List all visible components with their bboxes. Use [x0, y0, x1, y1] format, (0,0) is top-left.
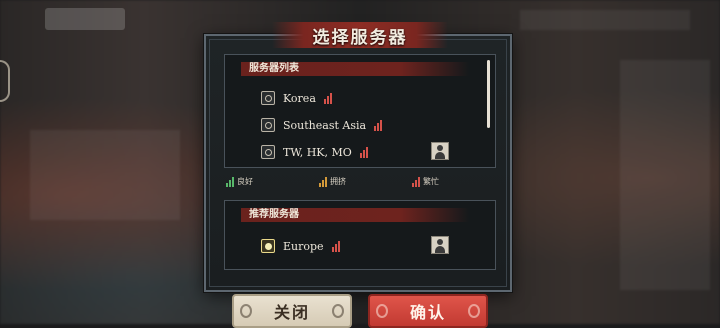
server-list-header: 服务器列表 [241, 62, 469, 76]
character-icon [431, 236, 449, 254]
radio-button[interactable] [261, 118, 275, 132]
dialog-title: 选择服务器 [312, 27, 408, 48]
server-list-scrollbar[interactable] [487, 60, 490, 128]
server-name: Southeast Asia [283, 118, 367, 132]
signal-good-icon [226, 177, 234, 187]
radio-button[interactable] [261, 145, 275, 159]
signal-busy-icon [412, 177, 420, 187]
confirm-button-label: 确认 [409, 303, 446, 322]
server-name: Europe [283, 239, 324, 253]
server-list-section: 服务器列表 Korea Southeast Asia TW, HK, MO [224, 54, 496, 168]
signal-busy-icon [331, 240, 340, 252]
character-icon [431, 142, 449, 160]
server-row-europe[interactable]: Europe [261, 237, 340, 255]
legend-good: 良好 [226, 176, 253, 187]
server-row-southeast-asia[interactable]: Southeast Asia [261, 116, 383, 134]
radio-button[interactable] [261, 91, 275, 105]
signal-busy-icon [359, 146, 368, 158]
legend-good-label: 良好 [237, 177, 253, 186]
server-row-korea[interactable]: Korea [261, 89, 332, 107]
side-menu-tab[interactable] [0, 60, 10, 102]
confirm-button[interactable]: 确认 [368, 294, 488, 328]
server-name: Korea [283, 91, 316, 105]
legend-crowded: 拥挤 [319, 176, 346, 187]
server-row-tw-hk-mo[interactable]: TW, HK, MO [261, 143, 368, 161]
server-name: TW, HK, MO [283, 145, 352, 159]
recommended-header: 推荐服务器 [241, 208, 469, 222]
legend-busy-label: 繁忙 [423, 177, 439, 186]
recommended-section: 推荐服务器 Europe [224, 200, 496, 270]
signal-crowded-icon [319, 177, 327, 187]
close-button-label: 关闭 [273, 303, 310, 322]
radio-button-selected[interactable] [261, 239, 275, 253]
dialog-title-banner: 选择服务器 [272, 22, 448, 48]
blurred-header [45, 8, 125, 30]
signal-busy-icon [323, 92, 332, 104]
close-button[interactable]: 关闭 [232, 294, 352, 328]
signal-busy-icon [374, 119, 383, 131]
legend-crowded-label: 拥挤 [330, 177, 346, 186]
legend-busy: 繁忙 [412, 176, 439, 187]
